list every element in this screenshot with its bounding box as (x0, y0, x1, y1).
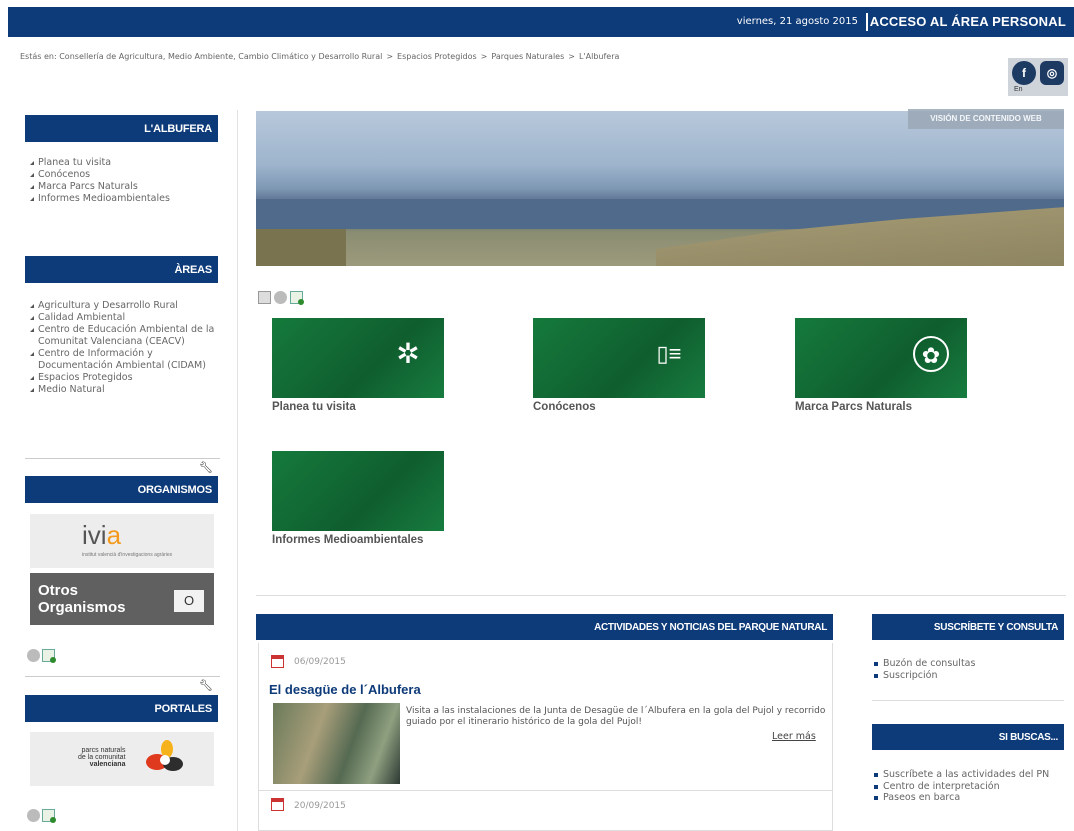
topbar-divider (866, 13, 868, 31)
info-lines-icon: ▯≡ (656, 341, 682, 366)
tile-conocenos[interactable]: ▯≡ (533, 318, 705, 398)
parcs-naturals-logo-text: parcs naturals de la comunitat valenciana (78, 747, 125, 768)
portal-tools (27, 808, 57, 824)
si-buscas-list: Suscríbete a las actividades del PN Cent… (874, 769, 1059, 804)
sidebar-heading-portales: PORTALES (25, 695, 218, 722)
areas-menu: Agricultura y Desarrollo Rural Calidad A… (30, 300, 218, 396)
pn-line2: de la comunitat (78, 754, 126, 761)
calendar-icon (271, 798, 284, 811)
otros-title: Otros Organismos (38, 582, 126, 616)
news-heading: ACTIVIDADES Y NOTICIAS DEL PARQUE NATURA… (256, 614, 833, 640)
document-add-icon[interactable] (42, 649, 56, 664)
language-label[interactable]: En (1014, 86, 1023, 93)
news-thumbnail[interactable] (273, 703, 400, 784)
otros-organismos-banner[interactable]: Otros Organismos O (30, 573, 214, 625)
pn-line3: valenciana (89, 761, 126, 768)
tile-label-informes[interactable]: Informes Medioambientales (272, 534, 423, 546)
subscribe-list: Buzón de consultas Suscripción (874, 658, 1059, 681)
ivia-logo-text: ivi (82, 520, 107, 550)
gear-icon[interactable] (27, 809, 40, 823)
column-divider (237, 110, 238, 831)
breadcrumb-item[interactable]: Consellería de Agricultura, Medio Ambien… (59, 52, 382, 61)
pn-line1: parcs naturals (81, 747, 126, 754)
ivia-banner[interactable]: ivia institut valencià d'investigacions … (30, 514, 214, 568)
facebook-icon[interactable]: f (1012, 61, 1036, 85)
read-more-link[interactable]: Leer más (772, 731, 816, 742)
divider (25, 458, 220, 459)
sidebar-heading-areas: ÀREAS (25, 256, 218, 283)
tile-marca[interactable]: ✿ (795, 318, 967, 398)
leaf-flower-icon: ✿ (913, 336, 949, 372)
tile-informes[interactable] (272, 451, 444, 531)
news-title[interactable]: El desagüe de l´Albufera (269, 682, 421, 697)
sidebar-heading-albufera: L'ALBUFERA (25, 115, 218, 142)
current-date: viernes, 21 agosto 2015 (736, 16, 858, 27)
ivia-logo: ivia (82, 520, 121, 551)
right-divider (872, 700, 1064, 701)
content-tools (258, 290, 306, 306)
sidebar-item-planea[interactable]: Planea tu visita (30, 157, 220, 169)
tile-label-marca[interactable]: Marca Parcs Naturals (795, 401, 912, 413)
ivia-logo-accent: a (106, 520, 122, 550)
document-add-icon[interactable] (290, 291, 304, 306)
busca-item-centro[interactable]: Centro de interpretación (874, 781, 1059, 793)
compass-icon: ✲ (396, 338, 420, 369)
calendar-icon (271, 655, 284, 668)
org-tools (27, 648, 57, 664)
albufera-menu: Planea tu visita Conócenos Marca Parcs N… (30, 157, 220, 205)
breadcrumb: Estás en: Consellería de Agricultura, Me… (20, 52, 620, 61)
instagram-icon[interactable]: ◎ (1040, 61, 1064, 85)
subscribe-item-buzon[interactable]: Buzón de consultas (874, 658, 1059, 670)
gear-icon[interactable] (274, 291, 287, 305)
wrench-icon[interactable]: 🔧︎ (199, 679, 213, 692)
sidebar-item-medio[interactable]: Medio Natural (30, 384, 218, 396)
personal-area-link[interactable]: ACCESO AL ÁREA PERSONAL (870, 14, 1066, 29)
subscribe-item-suscripcion[interactable]: Suscripción (874, 670, 1059, 682)
gear-icon[interactable] (27, 649, 40, 663)
sidebar-item-informes[interactable]: Informes Medioambientales (30, 193, 220, 205)
otros-line2: Organismos (38, 599, 126, 616)
social-links: f ◎ En (1008, 58, 1068, 96)
page-icon[interactable] (258, 291, 271, 305)
top-bar: viernes, 21 agosto 2015 ACCESO AL ÁREA P… (8, 7, 1074, 37)
section-divider (256, 595, 1066, 596)
parcs-naturals-logo-icon (146, 740, 183, 771)
si-buscas-heading: SI BUSCAS... (872, 724, 1064, 750)
breadcrumb-item[interactable]: Parques Naturales (491, 52, 564, 61)
sidebar-item-agricultura[interactable]: Agricultura y Desarrollo Rural (30, 300, 218, 312)
tile-label-planea[interactable]: Planea tu visita (272, 401, 356, 413)
otros-button[interactable]: O (174, 590, 204, 612)
news-date: 06/09/2015 (294, 657, 346, 667)
ivia-subtitle: institut valencià d'investigacions agràr… (82, 552, 173, 558)
sidebar-item-ceacv[interactable]: Centro de Educación Ambiental de la Comu… (30, 324, 218, 348)
busca-item-paseos[interactable]: Paseos en barca (874, 792, 1059, 804)
tile-planea[interactable]: ✲ (272, 318, 444, 398)
document-add-icon[interactable] (42, 809, 56, 824)
news-separator (259, 790, 832, 791)
albufera-banner-image (256, 111, 1064, 266)
subscribe-heading: SUSCRÍBETE Y CONSULTA (872, 614, 1064, 640)
sidebar-item-calidad[interactable]: Calidad Ambiental (30, 312, 218, 324)
sidebar-item-cidam[interactable]: Centro de Información y Documentación Am… (30, 348, 218, 372)
sidebar-item-conocenos[interactable]: Conócenos (30, 169, 220, 181)
breadcrumb-item: L'Albufera (578, 52, 620, 61)
vision-web-button[interactable]: VISIÓN DE CONTENIDO WEB (908, 109, 1064, 129)
news-date: 20/09/2015 (294, 801, 346, 811)
busca-item-actividades[interactable]: Suscríbete a las actividades del PN (874, 769, 1059, 781)
parcs-naturals-banner[interactable]: parcs naturals de la comunitat valenciana (30, 732, 214, 786)
sidebar-heading-organismos: ORGANISMOS (25, 476, 218, 503)
divider (25, 676, 220, 677)
breadcrumb-prefix: Estás en: (20, 52, 57, 61)
reeds (256, 229, 346, 266)
tile-label-conocenos[interactable]: Conócenos (533, 401, 596, 413)
news-summary: Visita a las instalaciones de la Junta d… (406, 706, 826, 727)
breadcrumb-item[interactable]: Espacios Protegidos (397, 52, 477, 61)
wrench-icon[interactable]: 🔧︎ (199, 461, 213, 474)
sidebar-item-espacios[interactable]: Espacios Protegidos (30, 372, 218, 384)
otros-line1: Otros (38, 582, 79, 599)
sidebar-item-marca[interactable]: Marca Parcs Naturals (30, 181, 220, 193)
